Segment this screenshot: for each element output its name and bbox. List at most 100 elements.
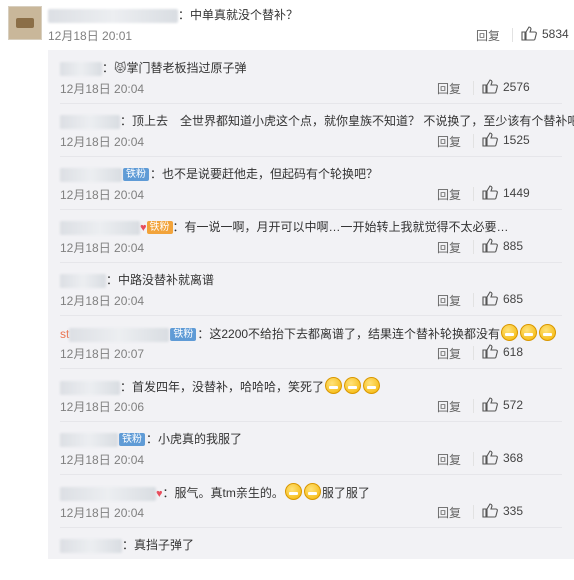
blurred-username[interactable] [69,327,170,342]
like-button[interactable]: 1449 [482,185,530,200]
reply-time: 12月18日 20:07 [60,347,145,361]
laugh-cry-emoji [520,324,538,341]
blurred-username[interactable] [60,220,140,235]
divider [473,187,474,201]
divider [473,240,474,254]
laugh-cry-emoji [284,483,302,500]
main-comment-time: 12月18日 20:01 [48,29,133,43]
like-button[interactable]: 685 [482,291,523,306]
blurred-username[interactable] [60,538,122,553]
username-visible[interactable]: st [60,327,69,341]
heart-icon: ♥ [140,222,147,234]
divider [473,399,474,413]
reply-text: 中路没替补就离谱 [118,273,215,287]
reply-item: ：首发四年，没替补，哈哈哈，笑死了 12月18日 20:06 回复 572 [60,368,562,422]
like-count: 2576 [503,79,530,94]
reply-item: st 铁粉 ：这2200不给抬下去都离谱了，结果连个替补轮换都没有 12月18日 2… [60,315,562,369]
divider [512,28,513,42]
laugh-cry-emoji [303,483,321,500]
reply-item: 铁粉 ：小虎真的我服了 12月18日 20:04 回复 368 [60,421,562,475]
divider [473,81,474,95]
reply-time: 12月18日 20:04 [60,506,145,520]
reply-button[interactable]: 回复 [437,186,461,203]
reply-text: 真挡子弹了 [134,538,195,552]
like-button[interactable]: 335 [482,503,523,518]
blurred-username[interactable] [60,167,122,182]
laugh-cry-emoji [501,324,519,341]
reply-item: ♥：服气。真tm亲生的。 服了服了 12月18日 20:04 回复 335 [60,474,562,528]
like-count: 1525 [503,132,530,147]
like-button[interactable]: 885 [482,238,523,253]
like-button[interactable]: 5834 [521,26,569,41]
like-count: 885 [503,238,524,253]
reply-time: 12月18日 20:06 [60,400,145,414]
main-comment-text: ：中单真就没个替补？ [178,8,299,22]
reply-time: 12月18日 20:04 [60,241,145,255]
reply-item: ：中路没替补就离谱 12月18日 20:04 回复 685 [60,262,562,316]
reply-time: 12月18日 20:04 [60,188,145,202]
like-button[interactable]: 618 [482,344,523,359]
reply-button[interactable]: 回复 [437,80,461,97]
like-count: 685 [503,291,524,306]
thumbs-up-icon [482,238,498,253]
thumbs-up-icon [482,291,498,306]
reply-button[interactable]: 回复 [437,133,461,150]
reply-text: ：这2200不给抬下去都离谱了，结果连个替补轮换都没有 [197,327,501,341]
like-count: 572 [503,397,524,412]
reply-button[interactable]: 回复 [437,504,461,521]
fan-badge: 铁粉 [170,328,197,342]
thumbs-up-icon [482,185,498,200]
like-button[interactable]: 572 [482,397,523,412]
reply-button[interactable]: 回复 [437,345,461,362]
blurred-username[interactable] [60,486,156,501]
blurred-username[interactable] [60,432,118,447]
blurred-username[interactable] [48,8,178,23]
laugh-cry-emoji [539,324,557,341]
reply-button[interactable]: 回复 [437,239,461,256]
like-count: 1449 [503,185,530,200]
reply-text-2: 服了服了 [321,486,370,500]
main-comment-line: ：中单真就没个替补？ [48,6,298,23]
reply-text: 首发四年，没替补，哈哈哈，笑死了 [132,380,325,394]
thumbs-up-icon [482,79,498,94]
reply-button[interactable]: 回复 [437,398,461,415]
avatar[interactable] [8,6,42,40]
reply-text: 掌门替老板挡过原子弹 [126,61,247,75]
reply-text: ：也不是说要赶他走，但起码有个轮换吧？ [150,167,379,181]
reply-button[interactable]: 回复 [476,27,500,44]
reply-item: ♥ 铁粉 ：有一说一啊，月开可以中啊…一开始转上我就觉得不太必要… 12月18日 2… [60,209,562,263]
reply-time: 12月18日 20:04 [60,294,145,308]
reply-time: 12月18日 20:04 [60,82,145,96]
reply-time: 12月18日 20:04 [60,135,145,149]
divider [473,134,474,148]
divider [473,293,474,307]
reply-list: ：😾掌门替老板挡过原子弹 12月18日 20:04 回复 2576 ：顶上去 全… [48,50,574,559]
thumbs-up-icon [482,132,498,147]
main-comment: ：中单真就没个替补？ 12月18日 20:01 回复 5834 [0,0,574,48]
blurred-username[interactable] [60,114,120,129]
like-count: 368 [503,450,524,465]
reply-text: ：有一说一啊，月开可以中啊…一开始转上我就觉得不太必要… [172,220,509,234]
thumbs-up-icon [482,503,498,518]
like-button[interactable]: 368 [482,450,523,465]
thumbs-up-icon [482,450,498,465]
fan-badge: 铁粉 [123,168,149,182]
fan-badge: 铁粉 [146,221,173,235]
reply-button[interactable]: 回复 [437,451,461,468]
like-button[interactable]: 2576 [482,79,530,94]
blurred-username[interactable] [60,273,106,288]
blurred-username[interactable] [60,380,120,395]
divider [473,346,474,360]
like-count: 5834 [542,26,569,41]
thumbs-up-icon [482,344,498,359]
reply-item: ：😾掌门替老板挡过原子弹 12月18日 20:04 回复 2576 [60,50,562,104]
reply-item: ：顶上去 全世界都知道小虎这个点，就你皇族不知道？ 不说换了，至少该有个替补吧 … [60,103,574,157]
laugh-cry-emoji [344,377,362,394]
like-button[interactable]: 1525 [482,132,530,147]
laugh-cry-emoji [363,377,381,394]
reply-item: ：真挡子弹了 [60,527,562,580]
reply-button[interactable]: 回复 [437,292,461,309]
laugh-cry-emoji [325,377,343,394]
blurred-username[interactable] [60,61,102,76]
avatar-image [16,18,34,28]
